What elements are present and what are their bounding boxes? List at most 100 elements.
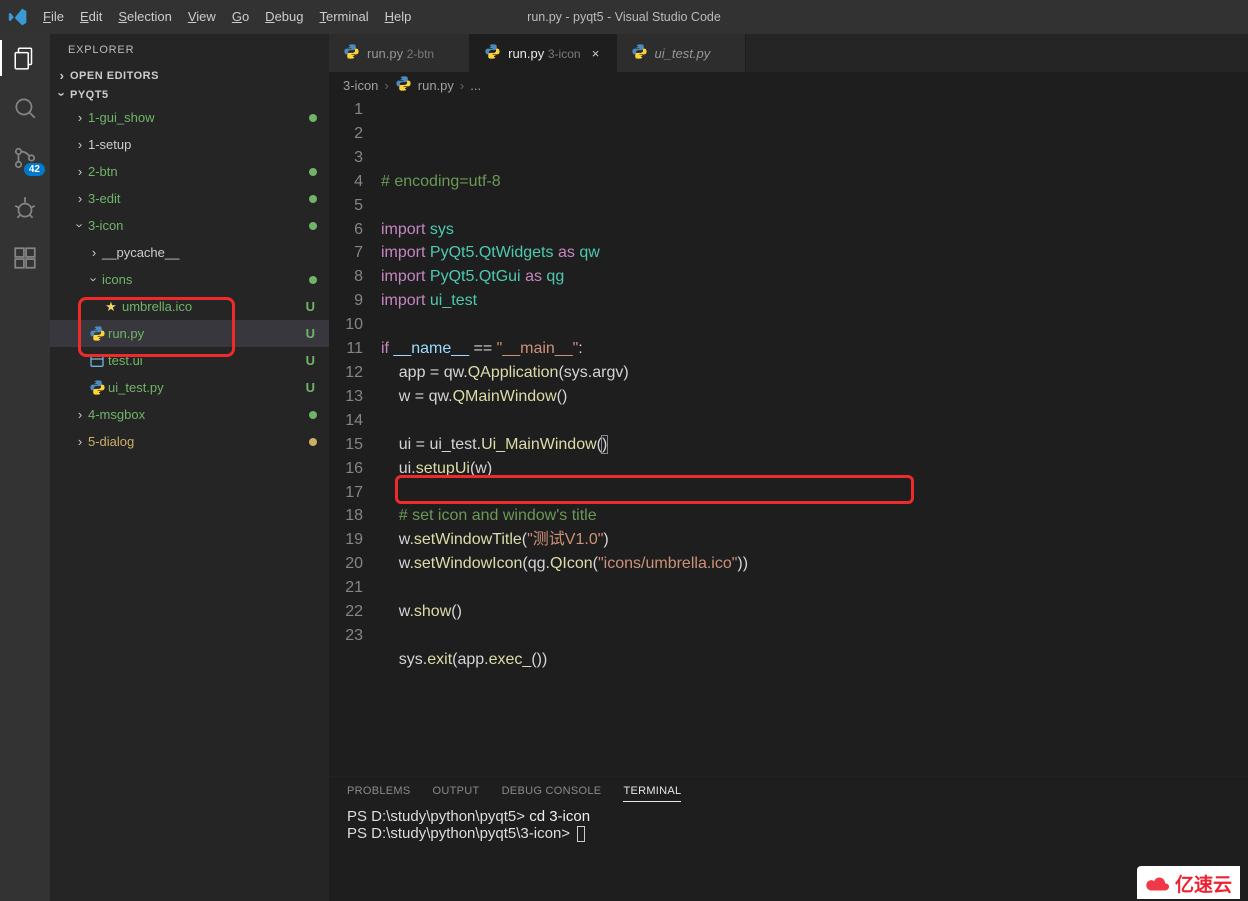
tree-item-ui-test-py[interactable]: ui_test.pyU [50,374,329,401]
tree-item-test-ui[interactable]: test.uiU [50,347,329,374]
explorer-title: EXPLORER [50,34,329,66]
code-line-22[interactable] [381,672,1248,696]
code-line-15[interactable]: # set icon and window's title [381,504,1248,528]
code-line-21[interactable]: sys.exit(app.exec_()) [381,648,1248,672]
menu-selection[interactable]: Selection [110,0,179,34]
extensions-icon[interactable] [11,244,39,272]
code-line-10[interactable]: w = qw.QMainWindow() [381,385,1248,409]
explorer-icon[interactable] [11,44,39,72]
project-root-header[interactable]: ›PYQT5 [50,85,329,104]
terminal-prompt-1: PS D:\study\python\pyqt5> [347,808,529,825]
editor-group: run.py 2-btn× run.py 3-icon × ui_test.py× 3… [329,34,1248,901]
terminal-cursor [577,826,585,842]
menu-view[interactable]: View [180,0,224,34]
breadcrumb[interactable]: 3-icon› run.py› ... [329,72,1248,98]
editor-tab-ui_test-py[interactable]: ui_test.py× [617,34,747,72]
code-line-1[interactable]: # encoding=utf-8 [381,170,1248,194]
breadcrumb-more[interactable]: ... [470,78,481,93]
debug-icon[interactable] [11,194,39,222]
tree-item-label: icons [102,272,309,287]
tree-item-run-py[interactable]: run.pyU [50,320,329,347]
breadcrumb-folder[interactable]: 3-icon [343,78,378,93]
menu-debug[interactable]: Debug [257,0,311,34]
panel-tab-problems[interactable]: PROBLEMS [347,785,411,802]
git-modified-dot [309,222,317,230]
close-icon[interactable]: × [588,46,604,61]
ui-file-icon [86,353,108,369]
menu-edit[interactable]: Edit [72,0,110,34]
tree-item-umbrella-ico[interactable]: ★umbrella.icoU [50,293,329,320]
code-body[interactable]: # encoding=utf-8 import sysimport PyQt5.… [381,98,1248,776]
menu-terminal[interactable]: Terminal [311,0,376,34]
panel-tab-debug-console[interactable]: DEBUG CONSOLE [502,785,602,802]
activity-bar: 42 [0,34,50,901]
menu-bar: File Edit Selection View Go Debug Termin… [35,0,419,34]
code-line-14[interactable] [381,481,1248,505]
menu-file[interactable]: File [35,0,72,34]
code-line-3[interactable]: import sys [381,218,1248,242]
menu-go[interactable]: Go [224,0,257,34]
titlebar: File Edit Selection View Go Debug Termin… [0,0,1248,34]
tree-item-5-dialog[interactable]: ›5-dialog [50,428,329,455]
editor-tab-run-py[interactable]: run.py 3-icon × [470,34,616,72]
python-icon [86,325,108,342]
tree-item-label: 3-edit [88,191,309,206]
git-untracked-badge: U [306,380,315,395]
breadcrumb-file[interactable]: run.py [418,78,454,93]
code-line-23[interactable] [381,696,1248,720]
code-line-8[interactable]: if __name__ == "__main__": [381,337,1248,361]
code-line-17[interactable]: w.setWindowIcon(qg.QIcon("icons/umbrella… [381,552,1248,576]
python-icon [395,75,412,95]
sidebar: EXPLORER ›OPEN EDITORS ›PYQT5 ›1-gui_sho… [50,34,329,901]
panel-tab-terminal[interactable]: TERMINAL [623,785,681,802]
tree-item-icons[interactable]: ›icons [50,266,329,293]
editor-tab-run-py[interactable]: run.py 2-btn× [329,34,470,72]
code-line-6[interactable]: import ui_test [381,289,1248,313]
tree-item---pycache--[interactable]: ›__pycache__ [50,239,329,266]
tree-item-label: 1-gui_show [88,110,309,125]
code-line-5[interactable]: import PyQt5.QtGui as qg [381,265,1248,289]
tree-item-label: 2-btn [88,164,309,179]
code-line-12[interactable]: ui = ui_test.Ui_MainWindow() [381,433,1248,457]
code-line-9[interactable]: app = qw.QApplication(sys.argv) [381,361,1248,385]
git-modified-dot [309,195,317,203]
tree-item-2-btn[interactable]: ›2-btn [50,158,329,185]
tree-item-label: run.py [108,326,306,341]
source-control-icon[interactable]: 42 [11,144,39,172]
tab-label: run.py 3-icon [508,46,580,61]
code-line-18[interactable] [381,576,1248,600]
tree-item-3-icon[interactable]: ›3-icon [50,212,329,239]
code-line-11[interactable] [381,409,1248,433]
code-line-16[interactable]: w.setWindowTitle("测试V1.0") [381,528,1248,552]
tree-item-label: 3-icon [88,218,309,233]
git-untracked-badge: U [306,353,315,368]
vscode-logo-icon [0,7,35,27]
tree-item-label: 4-msgbox [88,407,309,422]
python-icon [631,43,648,63]
tree-item-4-msgbox[interactable]: ›4-msgbox [50,401,329,428]
search-icon[interactable] [11,94,39,122]
code-line-2[interactable] [381,194,1248,218]
panel-tab-output[interactable]: OUTPUT [433,785,480,802]
tab-label: ui_test.py [655,46,711,61]
terminal[interactable]: PS D:\study\python\pyqt5> cd 3-icon PS D… [329,808,1248,901]
code-line-13[interactable]: ui.setupUi(w) [381,457,1248,481]
git-modified-dot [309,168,317,176]
python-icon [86,379,108,396]
tree-item-1-setup[interactable]: ›1-setup [50,131,329,158]
git-modified-dot [309,411,317,419]
scm-badge: 42 [24,163,45,176]
code-line-19[interactable]: w.show() [381,600,1248,624]
code-line-4[interactable]: import PyQt5.QtWidgets as qw [381,241,1248,265]
tree-item-3-edit[interactable]: ›3-edit [50,185,329,212]
tree-item-label: umbrella.ico [122,299,306,314]
file-tree: ›1-gui_show›1-setup›2-btn›3-edit›3-icon›… [50,104,329,901]
git-modified-dot [309,276,317,284]
open-editors-header[interactable]: ›OPEN EDITORS [50,66,329,85]
terminal-cmd-1: cd 3-icon [529,808,590,825]
menu-help[interactable]: Help [377,0,420,34]
code-line-7[interactable] [381,313,1248,337]
code-line-20[interactable] [381,624,1248,648]
code-editor[interactable]: 1234567891011121314151617181920212223 # … [329,98,1248,776]
tree-item-1-gui-show[interactable]: ›1-gui_show [50,104,329,131]
